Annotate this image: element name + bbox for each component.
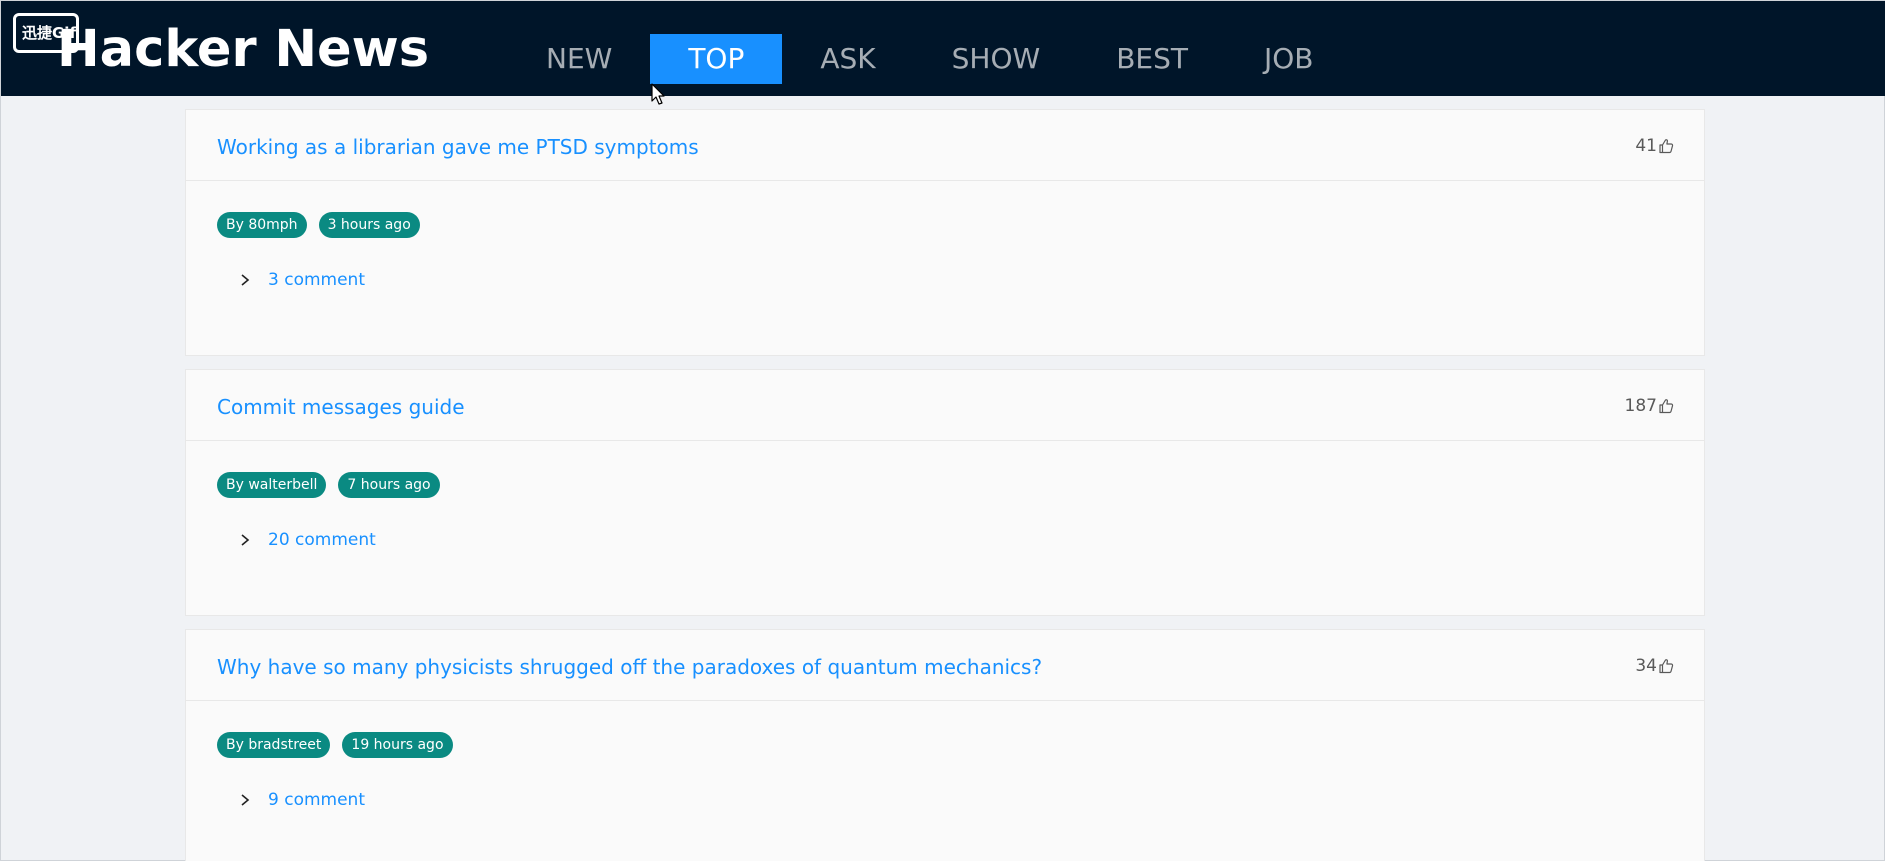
site-logo-title[interactable]: Hacker News — [57, 19, 429, 81]
author-tag: By 80mph — [217, 212, 307, 238]
nav-tab-show[interactable]: SHOW — [914, 34, 1079, 84]
nav-tab-best[interactable]: BEST — [1078, 34, 1226, 84]
story-card: Working as a librarian gave me PTSD symp… — [185, 109, 1705, 356]
story-meta-tags: By bradstreet 19 hours ago — [217, 732, 465, 758]
nav-tab-new[interactable]: NEW — [508, 34, 650, 84]
author-tag: By walterbell — [217, 472, 327, 498]
comments-count-link[interactable]: 9 comment — [268, 790, 365, 810]
story-title-link[interactable]: Why have so many physicists shrugged off… — [217, 655, 1042, 679]
like-icon[interactable] — [1658, 138, 1674, 154]
score-value: 187 — [1624, 396, 1657, 416]
story-card-header: Commit messages guide 187 — [186, 370, 1704, 441]
chevron-right-icon — [241, 274, 250, 286]
nav-tab-ask[interactable]: ASK — [782, 34, 913, 84]
comments-toggle[interactable]: 9 comment — [238, 790, 365, 810]
story-card: Why have so many physicists shrugged off… — [185, 629, 1705, 861]
time-tag: 3 hours ago — [318, 212, 420, 238]
main-nav: NEW TOP ASK SHOW BEST JOB — [508, 34, 1352, 84]
story-score: 34 — [1635, 656, 1674, 676]
score-value: 34 — [1635, 656, 1657, 676]
time-tag: 7 hours ago — [338, 472, 440, 498]
story-meta-tags: By 80mph 3 hours ago — [217, 212, 432, 238]
story-score: 41 — [1635, 136, 1674, 156]
chevron-right-icon — [241, 794, 250, 806]
like-icon[interactable] — [1658, 398, 1674, 414]
chevron-right-icon — [241, 534, 250, 546]
story-card: Commit messages guide 187 By walterbell … — [185, 369, 1705, 616]
story-card-header: Why have so many physicists shrugged off… — [186, 630, 1704, 701]
mouse-pointer-icon — [651, 83, 665, 105]
story-card-header: Working as a librarian gave me PTSD symp… — [186, 110, 1704, 181]
nav-tab-job[interactable]: JOB — [1226, 34, 1352, 84]
like-icon[interactable] — [1658, 658, 1674, 674]
time-tag: 19 hours ago — [342, 732, 453, 758]
comments-count-link[interactable]: 20 comment — [268, 530, 376, 550]
nav-tab-top[interactable]: TOP — [650, 34, 783, 84]
story-list: Working as a librarian gave me PTSD symp… — [185, 109, 1705, 861]
author-tag: By bradstreet — [217, 732, 331, 758]
top-navigation-bar: 迅捷Gif Hacker News NEW TOP ASK SHOW BEST … — [1, 1, 1885, 96]
comments-toggle[interactable]: 20 comment — [238, 530, 376, 550]
story-score: 187 — [1625, 396, 1674, 416]
score-value: 41 — [1635, 136, 1657, 156]
comments-count-link[interactable]: 3 comment — [268, 270, 365, 290]
story-meta-tags: By walterbell 7 hours ago — [217, 472, 452, 498]
story-title-link[interactable]: Commit messages guide — [217, 395, 465, 419]
story-title-link[interactable]: Working as a librarian gave me PTSD symp… — [217, 135, 699, 159]
comments-toggle[interactable]: 3 comment — [238, 270, 365, 290]
watermark-logo: 迅捷Gif — [13, 13, 79, 53]
